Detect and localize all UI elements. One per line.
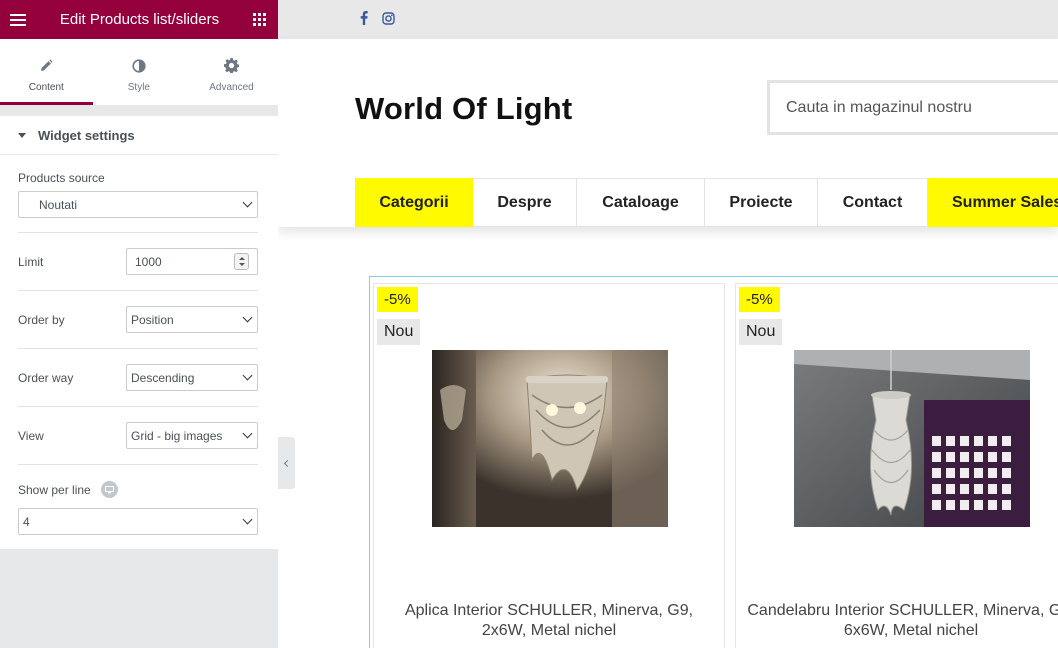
main-nav: Categorii Despre Cataloage Proiecte Cont… bbox=[355, 178, 1058, 227]
order-by-label: Order by bbox=[18, 312, 65, 327]
control-view: View Grid - big images bbox=[18, 407, 258, 465]
panel-header: Edit Products list/sliders bbox=[0, 0, 278, 39]
order-by-value: Position bbox=[131, 312, 174, 327]
control-order-by: Order by Position bbox=[18, 291, 258, 349]
view-label: View bbox=[18, 428, 44, 443]
chevron-down-icon bbox=[242, 428, 253, 439]
tab-content-label: Content bbox=[28, 81, 64, 93]
products-source-select[interactable]: Noutati bbox=[18, 191, 258, 218]
nav-item-contact[interactable]: Contact bbox=[818, 178, 928, 227]
tab-content[interactable]: Content bbox=[0, 39, 93, 105]
products-source-label: Products source bbox=[18, 171, 105, 185]
order-way-value: Descending bbox=[131, 370, 195, 385]
show-per-line-label: Show per line bbox=[18, 482, 91, 497]
instagram-icon[interactable] bbox=[382, 11, 395, 28]
nav-item-cataloage[interactable]: Cataloage bbox=[577, 178, 705, 227]
pencil-icon bbox=[39, 56, 53, 76]
new-badge: Nou bbox=[377, 319, 421, 345]
editor-app: Edit Products list/sliders Content Style bbox=[0, 0, 1058, 648]
chevron-down-icon bbox=[242, 197, 253, 208]
editor-panel: Edit Products list/sliders Content Style bbox=[0, 0, 278, 648]
sale-badge: -5% bbox=[739, 287, 780, 312]
view-select[interactable]: Grid - big images bbox=[126, 422, 258, 449]
nav-item-summer-sales[interactable]: Summer Sales bbox=[928, 178, 1058, 227]
menu-icon[interactable] bbox=[10, 13, 26, 26]
limit-label: Limit bbox=[18, 254, 44, 269]
site-header: World Of Light Cauta in magazinul nostru… bbox=[278, 39, 1058, 227]
products-widget[interactable]: -5% Nou Aplica Interior SCHULLER, Minerv… bbox=[369, 276, 1058, 648]
facebook-icon[interactable] bbox=[360, 11, 368, 28]
show-per-line-header: Show per line bbox=[18, 481, 258, 498]
nav-item-categorii[interactable]: Categorii bbox=[355, 178, 473, 227]
product-image[interactable] bbox=[432, 350, 668, 527]
control-show-per-line: Show per line 4 bbox=[18, 465, 258, 535]
chevron-down-icon bbox=[242, 370, 253, 381]
product-name[interactable]: Candelabru Interior SCHULLER, Minerva, G… bbox=[746, 601, 1058, 641]
chevron-down-icon bbox=[242, 514, 253, 525]
limit-input[interactable]: 1000 bbox=[126, 248, 258, 275]
nav-item-label: Despre bbox=[497, 193, 552, 211]
limit-value: 1000 bbox=[135, 254, 162, 269]
nav-item-despre[interactable]: Despre bbox=[473, 178, 577, 227]
caret-down-icon bbox=[18, 132, 26, 138]
control-order-way: Order way Descending bbox=[18, 349, 258, 407]
contrast-icon bbox=[132, 56, 146, 76]
product-card[interactable]: -5% Nou bbox=[373, 283, 725, 648]
panel-collapse-handle[interactable] bbox=[278, 437, 295, 489]
order-way-select[interactable]: Descending bbox=[126, 364, 258, 391]
control-products-source: Products source Noutati bbox=[18, 155, 258, 233]
products-source-value: Noutati bbox=[39, 197, 78, 212]
panel-title: Edit Products list/sliders bbox=[59, 11, 220, 28]
controls-list: Products source Noutati Limit 1000 Order… bbox=[0, 155, 278, 549]
search-input[interactable]: Cauta in magazinul nostru bbox=[767, 80, 1058, 135]
control-limit: Limit 1000 bbox=[18, 233, 258, 291]
top-bar bbox=[278, 0, 1058, 39]
product-name[interactable]: Aplica Interior SCHULLER, Minerva, G9, 2… bbox=[384, 601, 714, 641]
sale-badge: -5% bbox=[377, 287, 418, 312]
limit-stepper[interactable] bbox=[234, 253, 249, 270]
nav-item-label: Proiecte bbox=[729, 193, 793, 211]
show-per-line-value: 4 bbox=[23, 514, 30, 529]
product-image[interactable] bbox=[794, 350, 1030, 527]
tab-style-label: Style bbox=[127, 81, 150, 93]
order-way-label: Order way bbox=[18, 370, 74, 385]
tab-advanced[interactable]: Advanced bbox=[185, 39, 278, 105]
order-by-select[interactable]: Position bbox=[126, 306, 258, 333]
view-value: Grid - big images bbox=[131, 428, 223, 443]
page-preview: World Of Light Cauta in magazinul nostru… bbox=[278, 0, 1058, 648]
nav-item-label: Summer Sales bbox=[952, 193, 1058, 211]
gear-icon bbox=[223, 56, 239, 76]
section-toggle[interactable]: Widget settings bbox=[0, 115, 278, 155]
panel-tabs: Content Style Advanced bbox=[0, 39, 278, 105]
search-placeholder: Cauta in magazinul nostru bbox=[786, 98, 972, 116]
site-logo[interactable]: World Of Light bbox=[355, 91, 572, 127]
tab-style[interactable]: Style bbox=[92, 39, 186, 105]
chevron-down-icon bbox=[242, 312, 253, 323]
product-card[interactable]: -5% Nou bbox=[735, 283, 1058, 648]
responsive-desktop-icon[interactable] bbox=[100, 481, 118, 498]
widget-settings-section: Widget settings Products source Noutati … bbox=[0, 115, 278, 549]
new-badge: Nou bbox=[739, 319, 783, 345]
widgets-grid-icon[interactable] bbox=[252, 13, 266, 26]
nav-item-proiecte[interactable]: Proiecte bbox=[705, 178, 818, 227]
section-title: Widget settings bbox=[38, 127, 135, 143]
nav-item-label: Contact bbox=[842, 193, 903, 211]
nav-item-label: Categorii bbox=[379, 193, 449, 211]
nav-item-label: Cataloage bbox=[602, 193, 679, 211]
show-per-line-select[interactable]: 4 bbox=[18, 508, 258, 535]
tab-advanced-label: Advanced bbox=[209, 81, 254, 93]
chevron-left-icon bbox=[283, 459, 292, 467]
